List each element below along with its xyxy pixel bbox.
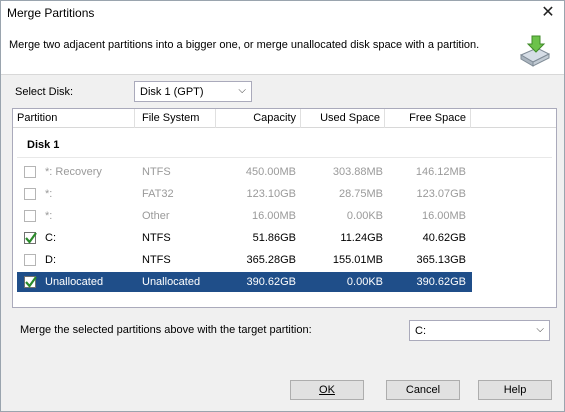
column-header-free-space[interactable]: Free Space (387, 112, 466, 128)
free-space-value: 365.13GB (416, 254, 466, 266)
partition-checkbox[interactable] (24, 254, 36, 266)
checkmark-icon (25, 276, 37, 288)
file-system: NTFS (142, 232, 171, 244)
used-space-value: 28.75MB (338, 188, 383, 200)
title-bar: Merge Partitions ✕ (1, 1, 564, 27)
table-row[interactable]: *: Recovery NTFS 450.00MB 303.88MB 146.12MB (17, 162, 472, 182)
partition-checkbox[interactable] (24, 232, 37, 244)
table-row[interactable]: *: FAT32 123.10GB 28.75MB 123.07GB (17, 184, 472, 204)
target-partition-label: Merge the selected partitions above with… (20, 324, 312, 336)
column-header-file-system[interactable]: File System (142, 112, 199, 128)
table-row[interactable]: Unallocated Unallocated 390.62GB 0.00KB 390.… (17, 272, 472, 292)
ok-button[interactable]: OK (290, 380, 364, 400)
dialog-title: Merge Partitions (7, 6, 95, 20)
table-row[interactable]: C: NTFS 51.86GB 11.24GB 40.62GB (17, 228, 472, 248)
free-space-value: 123.07GB (416, 188, 466, 200)
partition-name: *: (45, 210, 53, 222)
chevron-down-icon: ⌵ (238, 85, 246, 96)
partition-name: Unallocated (45, 276, 104, 288)
capacity-value: 16.00MB (251, 210, 296, 222)
partition-name: *: (45, 188, 53, 200)
merge-drive-icon (519, 35, 551, 67)
used-space-value: 155.01MB (332, 254, 383, 266)
file-system: NTFS (142, 166, 171, 178)
file-system: Unallocated (142, 276, 201, 288)
free-space-value: 146.12MB (415, 166, 466, 178)
file-system: NTFS (142, 254, 171, 266)
chevron-down-icon: ⌵ (536, 324, 544, 335)
disk-group-label: Disk 1 (27, 139, 60, 151)
partition-table: Partition File System Capacity Used Spac… (12, 108, 557, 308)
partition-name: D: (45, 254, 56, 266)
checkmark-icon (25, 232, 37, 244)
table-row[interactable]: *: Other 16.00MB 0.00KB 16.00MB (17, 206, 472, 226)
file-system: Other (142, 210, 170, 222)
column-header-used-space[interactable]: Used Space (303, 112, 380, 128)
merge-partitions-dialog: Merge Partitions ✕ Merge two adjacent pa… (0, 0, 565, 412)
partition-name: C: (45, 232, 56, 244)
used-space-value: 0.00KB (346, 210, 383, 222)
close-icon[interactable]: ✕ (538, 4, 558, 24)
file-system: FAT32 (142, 188, 174, 200)
used-space-value: 303.88MB (332, 166, 383, 178)
free-space-value: 16.00MB (421, 210, 466, 222)
capacity-value: 51.86GB (252, 232, 296, 244)
disk-select-value: Disk 1 (GPT) (140, 86, 204, 98)
table-header: Partition File System Capacity Used Spac… (13, 109, 556, 128)
used-space-value: 0.00KB (346, 276, 383, 288)
partition-checkbox (24, 210, 36, 222)
partition-checkbox (24, 188, 36, 200)
target-partition-dropdown[interactable]: C: ⌵ (409, 320, 550, 341)
capacity-value: 450.00MB (245, 166, 296, 178)
column-header-partition[interactable]: Partition (17, 112, 57, 128)
partition-name: *: Recovery (45, 166, 102, 178)
description-text: Merge two adjacent partitions into a big… (9, 39, 480, 51)
column-header-capacity[interactable]: Capacity (218, 112, 296, 128)
help-button[interactable]: Help (478, 380, 552, 400)
free-space-value: 40.62GB (422, 232, 466, 244)
capacity-value: 123.10GB (246, 188, 296, 200)
used-space-value: 11.24GB (340, 232, 383, 244)
target-partition-value: C: (415, 325, 426, 337)
disk-select-dropdown[interactable]: Disk 1 (GPT) ⌵ (134, 81, 252, 102)
partition-checkbox (24, 166, 36, 178)
free-space-value: 390.62GB (416, 276, 466, 288)
table-row[interactable]: D: NTFS 365.28GB 155.01MB 365.13GB (17, 250, 472, 270)
capacity-value: 365.28GB (246, 254, 296, 266)
cancel-button[interactable]: Cancel (386, 380, 460, 400)
partition-checkbox[interactable] (24, 276, 37, 288)
description-banner: Merge two adjacent partitions into a big… (1, 27, 564, 75)
capacity-value: 390.62GB (246, 276, 296, 288)
select-disk-label: Select Disk: (15, 86, 74, 98)
